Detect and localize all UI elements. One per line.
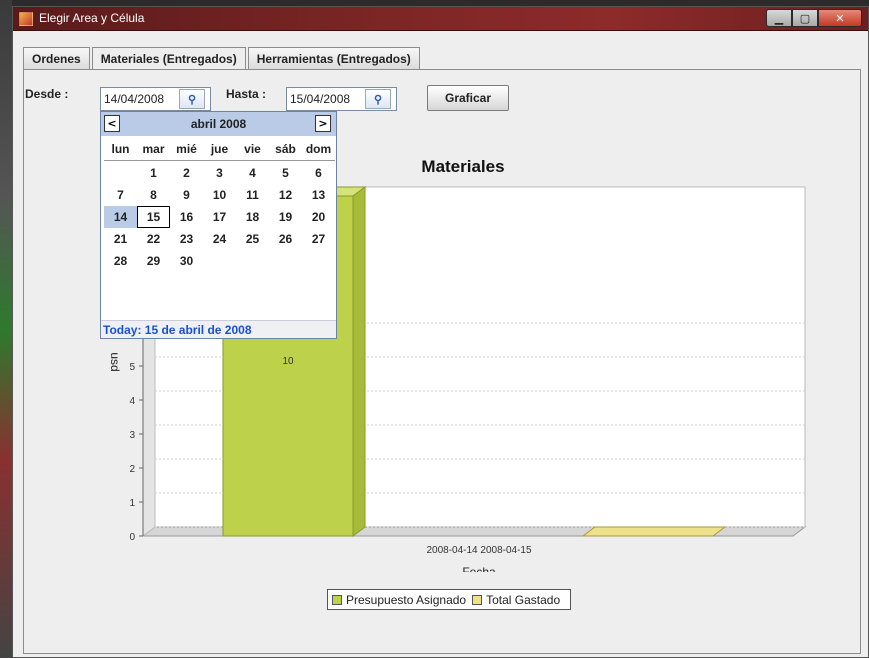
- calendar-day[interactable]: 16: [170, 206, 203, 228]
- weekday-header: jue: [210, 142, 229, 156]
- weekday-header: vie: [244, 142, 261, 156]
- calendar-empty-cell: [104, 162, 137, 184]
- weekday-header: sáb: [275, 142, 296, 156]
- calendar-day[interactable]: 14: [104, 206, 137, 228]
- legend-swatch-total-gastado: [472, 594, 483, 605]
- y-axis-label: usd: [108, 352, 122, 371]
- legend-item-presupuesto: Presupuesto Asignado: [332, 593, 466, 607]
- calendar-header: < abril 2008 >: [101, 112, 336, 136]
- calendar-day[interactable]: 21: [104, 228, 137, 250]
- calendar-days-grid: 1 2 3 4 5 6 7 8 9 10 11 12 13 14 15 16 17 18 19 20 21 22 23 24 2…: [104, 162, 335, 272]
- desde-date-field[interactable]: 14/04/2008 ⚲: [100, 87, 211, 111]
- bar-side-face: [352, 186, 366, 537]
- weekday-header: dom: [305, 142, 332, 156]
- window-controls: ▁ ▢ ✕: [766, 9, 862, 27]
- y-tick-label: 1: [129, 498, 135, 509]
- calendar-day[interactable]: 2: [170, 162, 203, 184]
- calendar-day[interactable]: 19: [269, 206, 302, 228]
- calendar-day[interactable]: 8: [137, 184, 170, 206]
- calendar-day[interactable]: 22: [137, 228, 170, 250]
- weekday-header: mié: [176, 142, 197, 156]
- close-button[interactable]: ✕: [818, 9, 862, 27]
- calendar-month-label: abril 2008: [190, 117, 247, 131]
- calendar-day[interactable]: 9: [170, 184, 203, 206]
- java-app-icon: [19, 12, 33, 26]
- calendar-day[interactable]: 17: [203, 206, 236, 228]
- hasta-label: Hasta :: [226, 87, 267, 101]
- tab-materiales[interactable]: Materiales (Entregados): [91, 47, 246, 70]
- graficar-button[interactable]: Graficar: [427, 85, 509, 111]
- window-title: Elegir Area y Célula: [39, 11, 145, 25]
- hasta-date-value: 15/04/2008: [290, 92, 351, 106]
- y-tick-label: 4: [129, 396, 135, 407]
- bar-flat: [581, 526, 727, 537]
- legend-label-total-gastado: Total Gastado: [486, 592, 561, 607]
- title-bar[interactable]: Elegir Area y Célula ▁ ▢ ✕: [13, 7, 868, 31]
- tab-ordenes[interactable]: Ordenes: [23, 47, 90, 69]
- y-tick-label: 2: [129, 464, 135, 475]
- legend-item-total-gastado: Total Gastado: [472, 593, 560, 607]
- next-month-button[interactable]: >: [315, 115, 331, 132]
- app-window: Elegir Area y Célula ▁ ▢ ✕ Ordenes Mater…: [12, 6, 869, 658]
- calendar-day[interactable]: 20: [302, 206, 335, 228]
- calendar-day[interactable]: 3: [203, 162, 236, 184]
- weekday-header: lun: [111, 142, 130, 156]
- calendar-day[interactable]: 18: [236, 206, 269, 228]
- calendar-day[interactable]: 30: [170, 250, 203, 272]
- data-label: 10: [282, 356, 294, 367]
- calendar-day[interactable]: 15: [137, 206, 170, 228]
- y-tick-label: 3: [129, 430, 135, 441]
- weekday-header: mar: [142, 142, 165, 156]
- calendar-day[interactable]: 6: [302, 162, 335, 184]
- calendar-popup: < abril 2008 > lun mar mié jue vie sáb dom 123…: [100, 111, 337, 339]
- desktop-background: [0, 0, 12, 658]
- calendar-day[interactable]: 12: [269, 184, 302, 206]
- calendar-pick-icon: ⚲: [187, 93, 197, 106]
- y-tick-label: 5: [129, 362, 135, 373]
- x-category-label: 2008-04-14 2008-04-15: [426, 545, 532, 556]
- y-tick-label: 0: [129, 532, 135, 543]
- hasta-calendar-button[interactable]: ⚲: [365, 89, 391, 109]
- calendar-day[interactable]: 7: [104, 184, 137, 206]
- calendar-day[interactable]: 11: [236, 184, 269, 206]
- calendar-day[interactable]: 28: [104, 250, 137, 272]
- calendar-day[interactable]: 4: [236, 162, 269, 184]
- legend-swatch-presupuesto: [332, 594, 342, 605]
- calendar-day[interactable]: 24: [203, 228, 236, 250]
- calendar-pick-icon: ⚲: [373, 93, 383, 106]
- x-axis-label: Fecha: [462, 565, 496, 572]
- desde-calendar-button[interactable]: ⚲: [179, 89, 205, 109]
- minimize-button[interactable]: ▁: [766, 9, 792, 27]
- calendar-day[interactable]: 27: [302, 228, 335, 250]
- calendar-day[interactable]: 10: [203, 184, 236, 206]
- tab-herramientas[interactable]: Herramientas (Entregados): [247, 47, 420, 69]
- hasta-date-field[interactable]: 15/04/2008 ⚲: [286, 87, 397, 111]
- desktop: Elegir Area y Célula ▁ ▢ ✕ Ordenes Mater…: [0, 0, 869, 658]
- calendar-weekday-row: lun mar mié jue vie sáb dom: [104, 138, 335, 161]
- calendar-day[interactable]: 1: [137, 162, 170, 184]
- desde-label: Desde :: [25, 87, 69, 101]
- calendar-day[interactable]: 23: [170, 228, 203, 250]
- chart-legend: Presupuesto Asignado Total Gastado: [327, 589, 572, 610]
- calendar-day[interactable]: 25: [236, 228, 269, 250]
- desde-date-value: 14/04/2008: [104, 92, 165, 106]
- legend-label-presupuesto: Presupuesto Asignado: [346, 592, 467, 607]
- calendar-day[interactable]: 29: [137, 250, 170, 272]
- calendar-day[interactable]: 5: [269, 162, 302, 184]
- calendar-day[interactable]: 13: [302, 184, 335, 206]
- maximize-button[interactable]: ▢: [792, 9, 818, 27]
- calendar-today-link[interactable]: Today: 15 de abril de 2008: [101, 320, 336, 338]
- calendar-day[interactable]: 26: [269, 228, 302, 250]
- tab-strip: Ordenes Materiales (Entregados) Herramie…: [23, 47, 422, 70]
